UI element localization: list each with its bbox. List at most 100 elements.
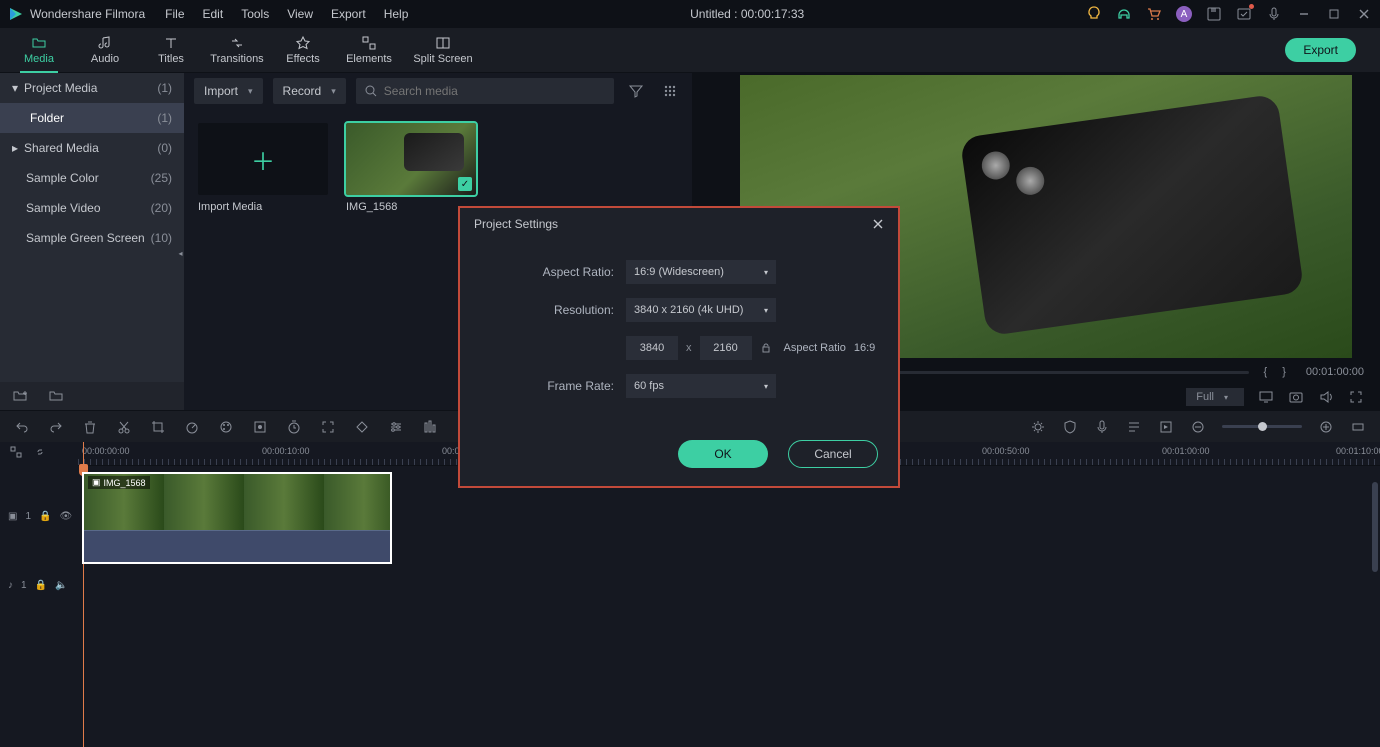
aspect-ratio-select[interactable]: 16:9 (Widescreen)▾ <box>626 260 776 284</box>
crop-icon[interactable] <box>150 419 166 435</box>
dialog-close-button[interactable] <box>872 218 884 230</box>
search-media[interactable] <box>356 78 614 104</box>
keyframe-icon[interactable] <box>354 419 370 435</box>
delete-icon[interactable] <box>82 419 98 435</box>
main-menu: File Edit Tools View Export Help <box>165 7 408 21</box>
menu-export[interactable]: Export <box>331 7 366 21</box>
tab-audio[interactable]: Audio <box>72 31 138 69</box>
cart-icon[interactable] <box>1146 6 1162 22</box>
display-icon[interactable] <box>1258 389 1274 405</box>
height-input[interactable]: 2160 <box>700 336 752 360</box>
search-input[interactable] <box>384 84 606 98</box>
voiceover-icon[interactable] <box>1094 419 1110 435</box>
cancel-button[interactable]: Cancel <box>788 440 878 468</box>
lightbulb-icon[interactable] <box>1086 6 1102 22</box>
snapshot-icon[interactable] <box>1288 389 1304 405</box>
marker-list-icon[interactable] <box>1126 419 1142 435</box>
menu-help[interactable]: Help <box>384 7 409 21</box>
mute-icon[interactable]: 🔈 <box>55 580 67 591</box>
import-media-tile[interactable]: ＋ Import Media <box>198 123 328 213</box>
audio-mixer-icon[interactable] <box>422 419 438 435</box>
track-manager-icon[interactable] <box>8 445 24 459</box>
duration-icon[interactable] <box>286 419 302 435</box>
zoom-out-icon[interactable] <box>1190 419 1206 435</box>
render-icon[interactable] <box>1158 419 1174 435</box>
timeline-scrollbar[interactable] <box>1372 482 1378 572</box>
color-icon[interactable] <box>218 419 234 435</box>
export-button[interactable]: Export <box>1285 38 1356 62</box>
video-track-icon: ▣ <box>8 511 17 522</box>
adjust-icon[interactable] <box>388 419 404 435</box>
fullscreen-icon[interactable] <box>1348 389 1364 405</box>
ok-button[interactable]: OK <box>678 440 768 468</box>
cut-icon[interactable] <box>116 419 132 435</box>
sidebar-item-count: (0) <box>157 141 172 155</box>
new-folder-icon[interactable] <box>12 388 28 404</box>
volume-icon[interactable] <box>1318 389 1334 405</box>
visibility-icon[interactable]: 👁 <box>59 511 72 522</box>
framerate-select[interactable]: 60 fps▾ <box>626 374 776 398</box>
tasks-icon[interactable] <box>1236 6 1252 22</box>
zoom-in-icon[interactable] <box>1318 419 1334 435</box>
maximize-button[interactable] <box>1326 6 1342 22</box>
import-dropdown[interactable]: Import▾ <box>194 78 263 104</box>
support-icon[interactable] <box>1116 6 1132 22</box>
menu-tools[interactable]: Tools <box>241 7 269 21</box>
zoom-slider[interactable] <box>1222 425 1302 428</box>
ribbon-tabs: Media Audio Titles Transitions Effects E… <box>0 28 1380 73</box>
minimize-button[interactable] <box>1296 6 1312 22</box>
shield-icon[interactable] <box>1062 419 1078 435</box>
sidebar-item-sample-video[interactable]: Sample Video(20) <box>0 193 184 223</box>
sidebar-item-project-media[interactable]: ▾Project Media(1) <box>0 73 184 103</box>
speed-icon[interactable] <box>184 419 200 435</box>
undo-icon[interactable] <box>14 419 30 435</box>
audio-track-header[interactable]: ♪ 1 🔒 🔈 <box>0 564 78 606</box>
mic-icon[interactable] <box>1266 6 1282 22</box>
resolution-value: 3840 x 2160 (4k UHD) <box>634 304 743 316</box>
tab-effects[interactable]: Effects <box>270 31 336 69</box>
lock-icon[interactable]: 🔒 <box>35 580 47 591</box>
grid-view-icon[interactable] <box>658 83 682 99</box>
tab-elements[interactable]: Elements <box>336 31 402 69</box>
sidebar-item-count: (20) <box>151 201 172 215</box>
zoom-fit-icon[interactable] <box>1350 419 1366 435</box>
lock-icon[interactable]: 🔒 <box>39 511 51 522</box>
menu-edit[interactable]: Edit <box>203 7 224 21</box>
sidebar-item-folder[interactable]: Folder(1) <box>0 103 184 133</box>
save-icon[interactable] <box>1206 6 1222 22</box>
timeline-clip[interactable]: ▣IMG_1568 <box>82 472 392 564</box>
sidebar-item-sample-color[interactable]: Sample Color(25) <box>0 163 184 193</box>
close-button[interactable] <box>1356 6 1372 22</box>
dimension-separator: x <box>678 342 700 354</box>
record-dropdown[interactable]: Record▾ <box>273 78 346 104</box>
tab-media[interactable]: Media <box>6 31 72 69</box>
link-icon[interactable] <box>32 445 48 459</box>
menu-file[interactable]: File <box>165 7 184 21</box>
tab-splitscreen[interactable]: Split Screen <box>402 31 484 69</box>
account-avatar[interactable]: A <box>1176 6 1192 22</box>
filter-icon[interactable] <box>624 83 648 99</box>
chevron-down-icon: ▾ <box>1224 393 1228 402</box>
sidebar-item-count: (1) <box>157 111 172 125</box>
tab-transitions[interactable]: Transitions <box>204 31 270 69</box>
video-track-header[interactable]: ▣ 1 🔒 👁 <box>0 468 78 564</box>
resolution-select[interactable]: 3840 x 2160 (4k UHD) ▾ <box>626 298 776 322</box>
tab-titles[interactable]: Titles <box>138 31 204 69</box>
sidebar-item-shared-media[interactable]: ▸Shared Media(0) <box>0 133 184 163</box>
sidebar-item-sample-greenscreen[interactable]: Sample Green Screen(10) <box>0 223 184 253</box>
folder-icon[interactable] <box>48 388 64 404</box>
folder-icon <box>31 35 47 51</box>
media-thumb[interactable]: ✓ IMG_1568 <box>346 123 476 213</box>
quality-dropdown[interactable]: Full▾ <box>1186 388 1244 406</box>
brightness-icon[interactable] <box>1030 419 1046 435</box>
greenscreen-icon[interactable] <box>252 419 268 435</box>
width-input[interactable]: 3840 <box>626 336 678 360</box>
lock-aspect-icon[interactable] <box>752 342 780 354</box>
fit-icon[interactable] <box>320 419 336 435</box>
ruler-tick: 00:00:00:00 <box>82 446 130 456</box>
markers-icons[interactable]: { } <box>1263 366 1291 378</box>
sidebar-collapse-handle[interactable]: ◂ <box>177 242 184 266</box>
menu-view[interactable]: View <box>287 7 313 21</box>
redo-icon[interactable] <box>48 419 64 435</box>
chevron-down-icon: ▾ <box>764 306 768 315</box>
